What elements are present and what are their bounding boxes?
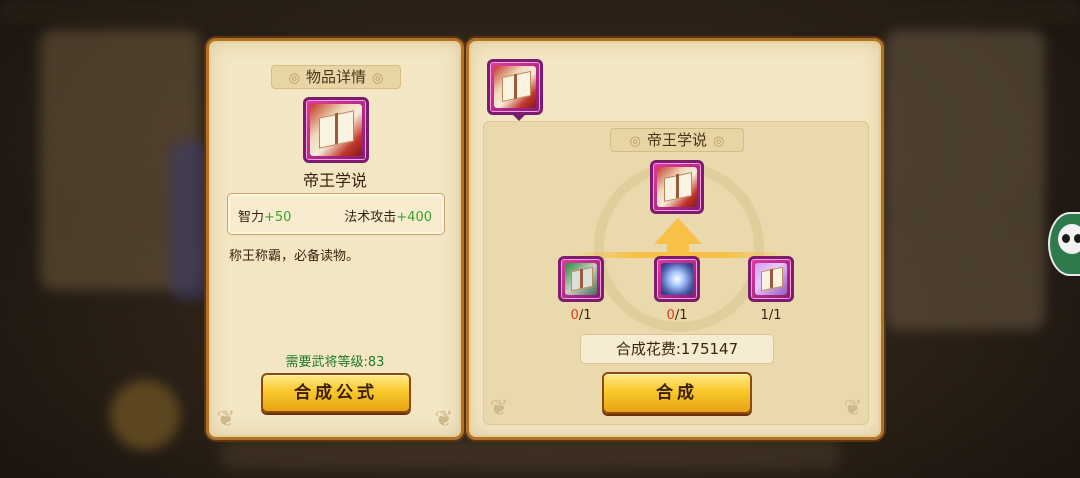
panda-eye [1074,234,1080,243]
material-have: 0 [570,308,579,323]
stat-magic-attack: 法术攻击+400 [344,206,432,225]
level-requirement: 需要武将等级:83 [285,355,385,370]
swirl-right-icon: ◎ [713,134,725,149]
arrow-up-icon [654,218,702,244]
background-bottom-left-icon [110,380,180,450]
material-have: 0 [666,308,675,323]
target-item-icon[interactable] [650,160,704,214]
silver-claw-icon [661,263,693,295]
panda-face [1058,224,1080,254]
material-count-2: 0/1 [652,308,702,323]
material-slot-1[interactable] [558,256,604,302]
stat-label: 智力 [238,210,265,225]
background-left-tabs [170,140,210,300]
synthesis-panel: ❦ ❦ ◎ 帝王学说 ◎ 0/1 0/1 1/1 合成花费:175147 合成 [466,38,884,440]
swirl-left-icon: ◎ [629,134,641,149]
item-detail-panel: ❦ ❦ ◎ 物品详情 ◎ 帝王学说 智力+50 法术攻击+400 称王称霸，必备读物… [206,38,464,440]
target-title-plate: ◎ 帝王学说 ◎ [610,128,744,152]
swirl-left-icon: ◎ [288,71,300,86]
synthesis-cost: 合成花费:175147 [580,334,774,364]
item-icon [303,97,369,163]
material-slot-3[interactable] [748,256,794,302]
selected-item-icon[interactable] [487,59,543,115]
item-name: 帝王学说 [302,171,367,190]
synthesize-button[interactable]: 合成 [602,372,752,414]
stat-intelligence: 智力+50 [238,206,291,225]
detail-title-plate: ◎ 物品详情 ◎ [271,65,401,89]
item-description: 称王称霸，必备读物。 [229,249,360,264]
stat-value: +400 [396,210,432,225]
material-have: 1 [760,308,769,323]
material-need: /1 [768,308,782,323]
target-title: 帝王学说 [646,131,707,149]
corner-ornament-icon: ❦ [434,407,454,432]
green-chest-icon [565,263,597,295]
material-count-1: 0/1 [556,308,606,323]
corner-ornament-icon: ❦ [489,396,509,421]
material-need: /1 [674,308,688,323]
background-top [0,0,1080,24]
stat-label: 法术攻击 [344,210,397,225]
swirl-right-icon: ◎ [372,71,384,86]
book-icon [310,104,362,156]
background-bottom-bar [220,440,840,470]
book-icon [657,167,697,207]
selection-pointer-icon [512,114,526,121]
selected-item-slot[interactable] [487,59,543,115]
formula-button[interactable]: 合成公式 [261,373,411,413]
stats-box: 智力+50 法术攻击+400 [227,193,445,235]
panda-avatar-icon[interactable] [1048,212,1080,276]
recipe-area: ❦ ❦ ◎ 帝王学说 ◎ 0/1 0/1 1/1 合成花费:175147 合成 [483,121,869,425]
panda-eye [1062,234,1070,243]
material-need: /1 [578,308,592,323]
detail-title: 物品详情 [305,68,366,86]
corner-ornament-icon: ❦ [843,396,863,421]
book-icon [494,66,536,108]
corner-ornament-icon: ❦ [216,407,236,432]
background-right-blur [885,30,1045,330]
gold-book-icon [755,263,787,295]
stat-value: +50 [264,210,292,225]
material-count-3: 1/1 [746,308,796,323]
material-slot-2[interactable] [654,256,700,302]
